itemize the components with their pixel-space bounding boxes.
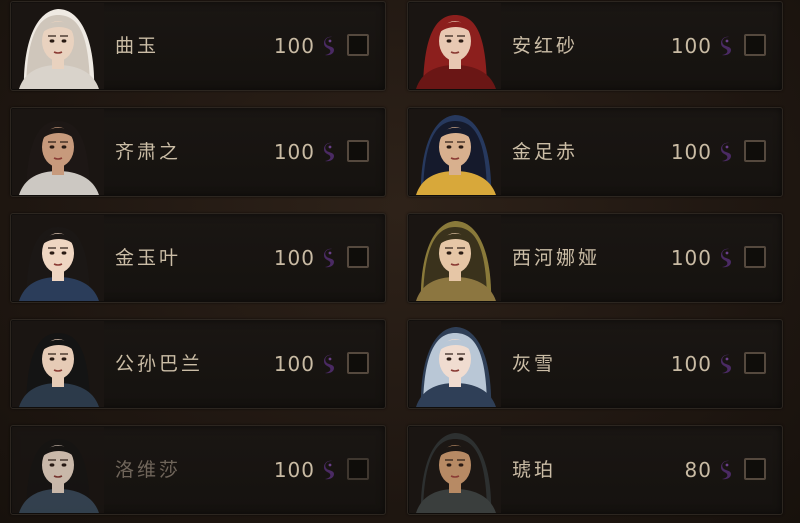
character-name: 灰雪 — [512, 353, 557, 375]
character-name: 琥珀 — [512, 459, 557, 481]
select-checkbox[interactable] — [744, 352, 766, 374]
tadpole-coin-icon — [323, 35, 337, 57]
tadpole-coin-icon — [720, 459, 734, 481]
character-card[interactable]: 西河娜娅 100 — [407, 213, 783, 303]
character-card[interactable]: 洛维莎 100 — [10, 425, 386, 515]
character-cost: 100 — [273, 34, 315, 58]
character-name: 安红砂 — [512, 35, 579, 57]
tadpole-coin-icon — [323, 141, 337, 163]
character-card[interactable]: 公孙巴兰 100 — [10, 319, 386, 409]
character-name: 西河娜娅 — [512, 247, 601, 269]
select-checkbox[interactable] — [347, 140, 369, 162]
character-name: 公孙巴兰 — [115, 353, 204, 375]
character-portrait — [409, 109, 501, 195]
select-checkbox[interactable] — [744, 246, 766, 268]
character-cost: 80 — [684, 458, 712, 482]
tadpole-coin-icon — [720, 247, 734, 269]
character-cost: 100 — [670, 140, 712, 164]
tadpole-coin-icon — [720, 141, 734, 163]
character-portrait — [12, 109, 104, 195]
character-card[interactable]: 琥珀 80 — [407, 425, 783, 515]
select-checkbox[interactable] — [744, 34, 766, 56]
character-cost: 100 — [273, 352, 315, 376]
character-card[interactable]: 金玉叶 100 — [10, 213, 386, 303]
tadpole-coin-icon — [323, 353, 337, 375]
character-portrait — [12, 321, 104, 407]
character-cost: 100 — [670, 246, 712, 270]
character-name: 金足赤 — [512, 141, 579, 163]
character-portrait — [12, 215, 104, 301]
select-checkbox[interactable] — [347, 34, 369, 56]
select-checkbox[interactable] — [347, 458, 369, 480]
select-checkbox[interactable] — [744, 140, 766, 162]
character-name: 洛维莎 — [115, 459, 182, 481]
tadpole-coin-icon — [323, 247, 337, 269]
character-portrait — [409, 427, 501, 513]
character-portrait — [409, 3, 501, 89]
character-portrait — [409, 215, 501, 301]
tadpole-coin-icon — [323, 459, 337, 481]
character-portrait — [12, 427, 104, 513]
character-portrait — [12, 3, 104, 89]
character-cost: 100 — [273, 458, 315, 482]
character-name: 曲玉 — [115, 35, 160, 57]
character-card[interactable]: 金足赤 100 — [407, 107, 783, 197]
tadpole-coin-icon — [720, 353, 734, 375]
character-selection-grid: 曲玉 100 安红砂 100 齐肃之 100 金足赤 100 金玉叶 100 西… — [0, 0, 800, 523]
select-checkbox[interactable] — [347, 246, 369, 268]
character-name: 齐肃之 — [115, 141, 182, 163]
character-portrait — [409, 321, 501, 407]
character-cost: 100 — [670, 352, 712, 376]
character-card[interactable]: 曲玉 100 — [10, 1, 386, 91]
character-cost: 100 — [273, 140, 315, 164]
character-cost: 100 — [670, 34, 712, 58]
character-card[interactable]: 安红砂 100 — [407, 1, 783, 91]
select-checkbox[interactable] — [744, 458, 766, 480]
tadpole-coin-icon — [720, 35, 734, 57]
character-cost: 100 — [273, 246, 315, 270]
character-name: 金玉叶 — [115, 247, 182, 269]
character-card[interactable]: 灰雪 100 — [407, 319, 783, 409]
select-checkbox[interactable] — [347, 352, 369, 374]
character-card[interactable]: 齐肃之 100 — [10, 107, 386, 197]
